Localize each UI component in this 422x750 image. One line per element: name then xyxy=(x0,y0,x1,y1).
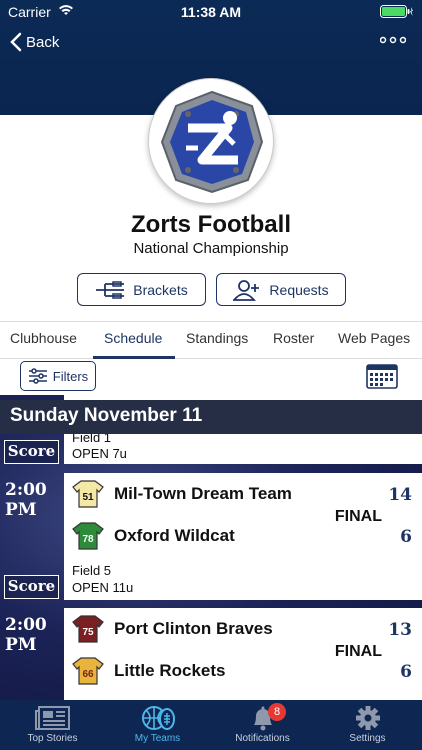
tabbar-my-teams[interactable]: My Teams xyxy=(105,700,210,750)
tab-web-pages[interactable]: Web Pages xyxy=(338,330,410,346)
jersey-number: 66 xyxy=(82,669,94,680)
team-row-away: 78 Oxford Wildcat xyxy=(72,521,235,551)
gear-icon xyxy=(355,706,380,730)
status-bar: Carrier 11:38 AM xyxy=(0,0,422,24)
game-time-ampm: PM xyxy=(5,500,37,520)
tabbar-label: Settings xyxy=(349,733,386,744)
score-home: 13 xyxy=(388,620,412,640)
requests-button[interactable]: Requests xyxy=(216,273,346,306)
score-button[interactable]: Score xyxy=(4,575,59,599)
zorts-logo-icon xyxy=(160,90,264,194)
tabbar-settings[interactable]: Settings xyxy=(315,700,420,750)
team-name-away: Little Rockets xyxy=(114,661,226,680)
team-row-away: 66 Little Rockets xyxy=(72,656,225,686)
team-row-home: 75 Port Clinton Braves xyxy=(72,614,273,644)
game-time-hour: 2:00 xyxy=(5,615,47,635)
tab-roster[interactable]: Roster xyxy=(273,330,314,346)
division-label: OPEN 7u xyxy=(72,446,127,461)
team-name-home: Mil-Town Dream Team xyxy=(114,484,292,503)
bottom-tab-bar: Top Stories My Teams 8 Notifications Set… xyxy=(0,700,422,750)
chevron-left-icon xyxy=(10,32,22,52)
schedule-list[interactable]: Field 1 OPEN 7u Score 2:00 PM 51 Mil-Tow… xyxy=(0,395,422,700)
team-name: Zorts Football xyxy=(131,211,291,238)
score-home: 14 xyxy=(388,485,412,505)
calendar-icon[interactable] xyxy=(366,363,398,389)
game-time-ampm: PM xyxy=(5,635,37,655)
game-status: FINAL xyxy=(334,643,382,660)
tab-standings[interactable]: Standings xyxy=(186,330,248,346)
section-tabs: Clubhouse Schedule Standings Roster Web … xyxy=(0,321,422,359)
score-away: 6 xyxy=(400,662,412,682)
team-logo xyxy=(148,78,274,204)
score-away: 6 xyxy=(400,527,412,547)
team-row-home: 51 Mil-Town Dream Team xyxy=(72,479,292,509)
add-user-icon xyxy=(233,279,260,301)
jersey-icon: 66 xyxy=(72,657,104,685)
bracket-icon xyxy=(96,280,125,299)
game-time: 2:00 PM xyxy=(5,615,47,655)
more-options-icon[interactable] xyxy=(380,36,406,44)
game-status: FINAL xyxy=(334,508,382,525)
game-card[interactable]: 75 Port Clinton Braves 13 FINAL 66 Littl… xyxy=(64,608,422,700)
brackets-button[interactable]: Brackets xyxy=(77,273,206,306)
team-subtitle: National Championship xyxy=(133,240,289,257)
filters-label: Filters xyxy=(52,368,89,384)
tabbar-label: Top Stories xyxy=(27,733,78,744)
back-button[interactable]: Back xyxy=(10,32,59,52)
game-card[interactable]: 51 Mil-Town Dream Team 14 FINAL 78 Oxfor… xyxy=(64,473,422,600)
sports-balls-icon xyxy=(141,706,175,730)
jersey-icon: 78 xyxy=(72,522,104,550)
jersey-number: 75 xyxy=(82,627,94,638)
tab-schedule[interactable]: Schedule xyxy=(104,330,162,346)
tab-clubhouse[interactable]: Clubhouse xyxy=(10,330,77,346)
team-name-away: Oxford Wildcat xyxy=(114,526,235,545)
team-name-home: Port Clinton Braves xyxy=(114,619,273,638)
battery-icon xyxy=(380,5,413,18)
tabbar-label: My Teams xyxy=(134,733,181,744)
score-button[interactable]: Score xyxy=(4,440,59,464)
filters-bar: Filters xyxy=(0,359,422,395)
jersey-icon: 51 xyxy=(72,480,104,508)
division-label: OPEN 11u xyxy=(72,580,134,595)
newspaper-icon xyxy=(34,706,70,730)
tabbar-notifications[interactable]: 8 Notifications xyxy=(210,700,315,750)
game-time: 2:00 PM xyxy=(5,480,47,520)
jersey-number: 51 xyxy=(82,492,94,503)
clock: 11:38 AM xyxy=(180,4,242,20)
jersey-number: 78 xyxy=(82,534,94,545)
game-time-hour: 2:00 xyxy=(5,480,47,500)
notification-badge: 8 xyxy=(268,703,286,721)
filters-button[interactable]: Filters xyxy=(20,361,96,391)
sliders-icon xyxy=(28,368,47,384)
tabbar-label: Notifications xyxy=(235,733,290,744)
back-label: Back xyxy=(26,33,60,51)
tabbar-top-stories[interactable]: Top Stories xyxy=(0,700,105,750)
field-label: Field 5 xyxy=(72,563,112,578)
brackets-label: Brackets xyxy=(133,281,188,298)
requests-label: Requests xyxy=(269,281,329,298)
jersey-icon: 75 xyxy=(72,615,104,643)
day-header: Sunday November 11 xyxy=(0,400,422,434)
